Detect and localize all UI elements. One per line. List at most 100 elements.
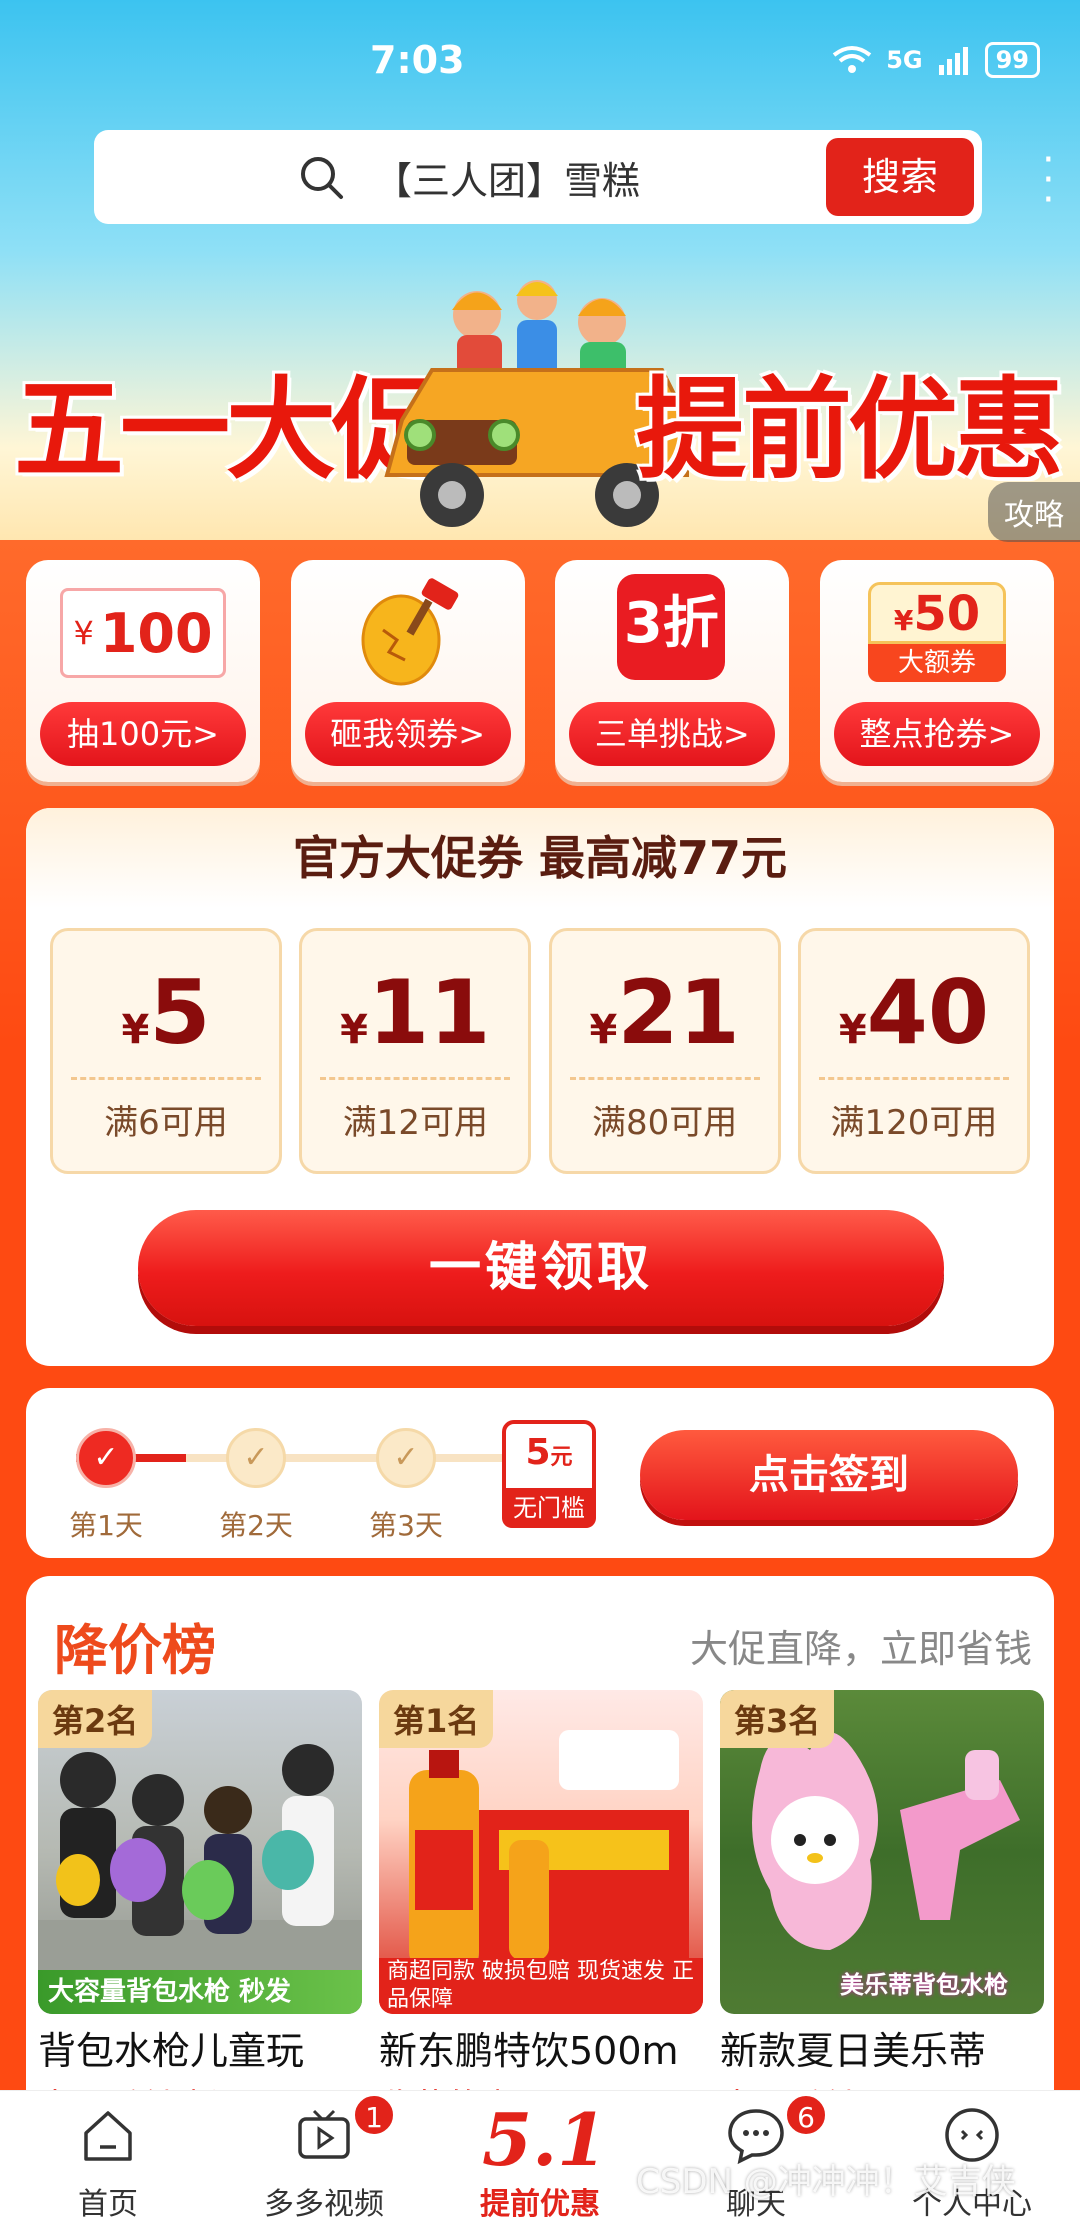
coupon-condition: 满80可用 [592,1103,738,1143]
cash-100-icon: ¥ 100 [60,588,226,678]
product-card[interactable]: 第3名 美乐蒂背包水枪 新款夏日美乐蒂 先用后付 [720,1690,1044,2128]
three-orders-button[interactable]: 三单挑战> [569,702,776,766]
currency-symbol: ¥ [893,604,914,637]
coupon-card[interactable]: ¥21 满80可用 [548,928,781,1174]
banner-title-right: 提前优惠 [636,365,1064,494]
check-icon: ✓ [226,1428,286,1488]
nav-home[interactable]: 首页 [0,2091,216,2228]
coupon-divider [818,1077,1009,1080]
product-image-caption: 商超同款 破损包赔 现货速发 正品保障 [379,1958,703,2014]
product-image[interactable]: 第1名 商超同款 破损包赔 现货速发 正品保障 [379,1690,703,2014]
big-coupon-value: 50 [913,586,981,642]
coupon-condition: 满120可用 [830,1103,998,1143]
rank-badge: 第1名 [379,1690,494,1748]
price-drop-title: 降价榜 [54,1618,216,1682]
lottery-amount: 100 [99,601,213,665]
coupon-amount: ¥21 [552,963,778,1080]
coupon-card[interactable]: ¥11 满12可用 [299,928,532,1174]
coupon-card[interactable]: ¥40 满120可用 [797,928,1030,1174]
hourly-coupon-button[interactable]: 整点抢券> [833,702,1040,766]
video-badge: 1 [352,2093,396,2137]
checkin-day-label: 第2天 [219,1509,293,1542]
signal-icon [938,47,968,75]
checkin-panel: ✓ 第1天 ✓ 第2天 ✓ 第3天 5元 无门槛 点击签到 [26,1388,1054,1558]
coupon-value: 21 [617,961,740,1064]
product-image[interactable]: 第2名 大容量背包水枪 秒发 [38,1690,362,2014]
product-image[interactable]: 第3名 美乐蒂背包水枪 [720,1690,1044,2014]
feature-egg[interactable]: 砸我领券> [290,560,525,782]
strategy-button[interactable]: 攻略 [988,482,1080,542]
coupon-value: 40 [866,961,990,1064]
currency-symbol: ¥ [589,1007,618,1053]
nav-home-label: 首页 [78,2187,138,2222]
promo-banner[interactable]: 五一大促 提前优惠 [0,230,1080,540]
chat-badge: 6 [784,2093,828,2137]
big-coupon-icon: ¥50 大额券 [867,582,1006,682]
lottery-button[interactable]: 抽100元> [40,702,246,766]
nav-video-label: 多多视频 [264,2187,384,2222]
coupon-divider [320,1077,511,1080]
feature-hourly-coupon[interactable]: ¥50 大额券 整点抢券> [819,560,1054,782]
status-bar: 7:03 5G 99 [0,0,1080,120]
product-name[interactable]: 新东鹏特饮500m [379,2020,703,2075]
video-icon [298,2109,350,2159]
battery-icon: 99 [984,42,1040,78]
rank-badge: 第2名 [38,1690,153,1748]
reward-unit: 元 [550,1445,573,1470]
currency-symbol: ¥ [838,1007,867,1053]
coupon-panel-title: 官方大促券 最高减77元 [26,808,1054,908]
product-name[interactable]: 背包水枪儿童玩 [38,2020,362,2075]
feature-three-orders[interactable]: 3折 三单挑战> [555,560,790,782]
more-options-icon[interactable]: · · · [1042,140,1055,220]
product-card[interactable]: 第2名 大容量背包水枪 秒发 背包水枪儿童玩 先用后付 新品 [38,1690,362,2128]
big-coupon-label: 大额券 [867,644,1006,682]
search-button[interactable]: 搜索 [826,138,974,216]
search-bar[interactable]: 【三人团】雪糕 搜索 [94,130,982,224]
sign-in-button[interactable]: 点击签到 [640,1430,1018,1520]
coupon-amount: ¥40 [801,963,1027,1080]
coupon-value: 11 [368,961,491,1064]
coupon-condition: 满6可用 [104,1103,228,1143]
coupon-card[interactable]: ¥5 满6可用 [50,928,282,1174]
feature-lottery[interactable]: ¥ 100 抽100元> [26,560,260,782]
coupon-condition: 满12可用 [342,1103,488,1143]
coupon-list: ¥5 满6可用 ¥11 满12可用 ¥21 满80可用 ¥40 满120可用 [50,928,1030,1174]
product-image-caption: 大容量背包水枪 秒发 [38,1970,362,2014]
check-icon: ✓ [76,1428,136,1488]
checkin-day-3: ✓ 第3天 [369,1428,443,1542]
product-list: 第2名 大容量背包水枪 秒发 背包水枪儿童玩 先用后付 新品 第1名 商超同款 … [38,1690,1044,2128]
search-icon [301,157,343,199]
status-icons: 5G 99 [832,42,1040,78]
smash-egg-button[interactable]: 砸我领券> [304,702,511,766]
currency-symbol: ¥ [73,614,94,652]
product-image-caption: 美乐蒂背包水枪 [840,1971,1008,1999]
wifi-icon [832,46,872,73]
big-coupon-amount: ¥50 [867,582,1006,644]
reward-label: 无门槛 [502,1488,596,1528]
checkin-day-2: ✓ 第2天 [219,1428,293,1542]
coupon-divider [71,1077,261,1080]
product-card[interactable]: 第1名 商超同款 破损包赔 现货速发 正品保障 新东鹏特饮500m 收藏的商品 [379,1690,703,2128]
nav-promo-label: 提前优惠 [480,2187,600,2222]
search-input[interactable]: 【三人团】雪糕 [374,150,640,205]
nav-promo[interactable]: 5.1 提前优惠 [432,2091,648,2228]
nav-video[interactable]: 1 多多视频 [216,2091,432,2228]
promo-51-icon: 5.1 [482,2097,608,2182]
product-name[interactable]: 新款夏日美乐蒂 [720,2020,1044,2075]
checkin-day-label: 第1天 [69,1509,143,1542]
check-icon: ✓ [376,1428,436,1488]
home-icon [84,2111,132,2161]
reward-value: 5 [525,1432,551,1473]
discount-30-icon: 3折 [617,574,726,680]
price-drop-subtitle: 大促直降，立即省钱 [689,1627,1032,1671]
status-time: 7:03 [370,38,465,82]
coupon-amount: ¥5 [53,963,279,1080]
coupon-value: 5 [149,961,211,1064]
currency-symbol: ¥ [121,1007,150,1053]
reward-amount: 5元 [506,1424,592,1487]
rank-badge: 第3名 [720,1690,835,1748]
coupon-panel: 官方大促券 最高减77元 ¥5 满6可用 ¥11 满12可用 ¥21 满80可用… [26,808,1054,1366]
claim-all-button[interactable]: 一键领取 [138,1210,944,1326]
checkin-day-label: 第3天 [369,1509,443,1542]
coupon-amount: ¥11 [302,963,528,1080]
